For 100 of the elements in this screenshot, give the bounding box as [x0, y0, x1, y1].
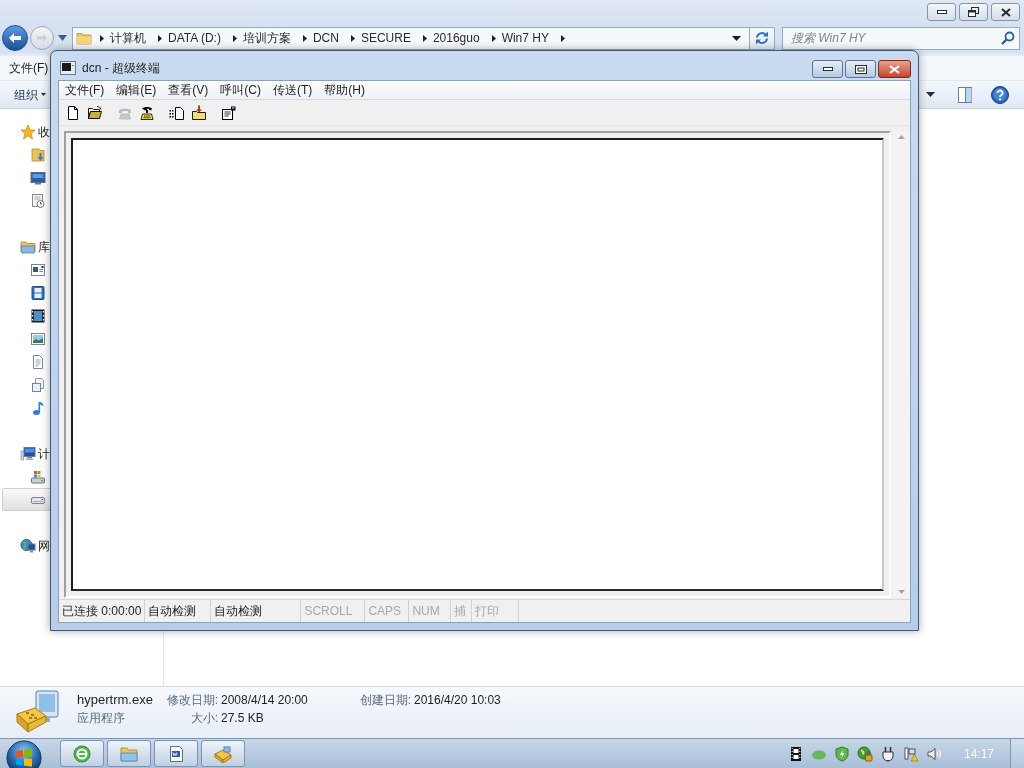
breadcrumb-arrow-icon[interactable]	[158, 34, 162, 42]
document-icon	[30, 353, 46, 370]
breadcrumb-arrow-icon[interactable]	[491, 34, 496, 42]
menu-item[interactable]: 文件(F)	[59, 81, 111, 99]
property-value: 2016/4/20 10:03	[413, 692, 501, 709]
menu-item[interactable]: 帮助(H)	[318, 81, 371, 99]
breadcrumb-arrow-icon[interactable]	[560, 34, 565, 42]
status-bar-item: NUM	[409, 600, 452, 622]
status-bar-item: SCROLL	[301, 600, 366, 622]
property-value: 27.5 KB	[220, 710, 264, 727]
menu-item[interactable]: 查看(V)	[162, 81, 215, 99]
breadcrumb-arrow-icon[interactable]	[302, 34, 307, 42]
computer-icon	[20, 445, 36, 462]
forward-arrow-icon	[36, 33, 48, 43]
back-arrow-icon	[8, 32, 22, 44]
status-bar-item: 打印	[472, 600, 520, 622]
minimize-icon	[822, 67, 833, 71]
search-field[interactable]: 搜索 Win7 HY	[782, 26, 1020, 50]
nav-item[interactable]	[2, 488, 52, 511]
breadcrumb[interactable]: DCN	[308, 28, 343, 48]
minimize-button[interactable]	[927, 3, 956, 21]
caret-icon[interactable]	[732, 35, 741, 41]
taskbar-button[interactable]	[60, 740, 104, 767]
taskbar-button[interactable]	[107, 740, 151, 767]
speaker-icon[interactable]	[926, 745, 942, 762]
menu-item[interactable]: 文件(F)	[6, 58, 49, 78]
nav-group-label[interactable]: 收	[38, 124, 50, 139]
breadcrumb-arrow-icon[interactable]	[232, 34, 237, 42]
search-icon[interactable]	[1001, 30, 1015, 45]
organize-button[interactable]: 组织	[8, 83, 46, 106]
taskbar-button[interactable]	[154, 740, 198, 767]
document-dots-icon[interactable]	[169, 104, 185, 121]
caret-icon	[41, 93, 46, 96]
maximize-icon	[854, 64, 867, 74]
folder-icon	[120, 744, 138, 763]
breadcrumb[interactable]: DATA (D:)	[164, 28, 225, 48]
filmstrip-icon	[30, 284, 46, 301]
pages-icon	[30, 376, 46, 393]
start-button[interactable]	[4, 740, 44, 768]
menu-item[interactable]: 编辑(E)	[110, 81, 163, 99]
file-name: hypertrm.exe	[77, 691, 154, 710]
film-icon[interactable]	[788, 745, 804, 762]
new-document-icon[interactable]	[65, 104, 81, 121]
nav-group-label[interactable]: 计	[38, 446, 50, 461]
close-button[interactable]	[991, 3, 1020, 21]
address-bar[interactable]: 计算机 DATA (D:) 培训方案 DCN SECURE 2016guo Win7 HY	[72, 26, 750, 50]
restore-button[interactable]	[959, 3, 988, 21]
property-label: 创建日期:	[358, 692, 411, 709]
close-button[interactable]	[878, 60, 911, 78]
restore-icon	[968, 7, 979, 17]
file-type: 应用程序	[77, 710, 126, 727]
preview-pane-icon[interactable]	[958, 86, 972, 103]
properties-icon[interactable]	[221, 104, 237, 121]
network-icon	[20, 537, 36, 554]
minimize-icon	[936, 10, 947, 14]
help-icon[interactable]	[991, 85, 1009, 104]
refresh-button[interactable]	[750, 26, 775, 50]
status-bar-item: 自动检测	[211, 600, 302, 622]
open-folder-icon[interactable]	[87, 104, 103, 121]
breadcrumb[interactable]: 2016guo	[428, 28, 484, 48]
folder-icon	[76, 30, 92, 46]
breadcrumb[interactable]: 计算机	[106, 28, 150, 48]
breadcrumb[interactable]: Win7 HY	[497, 28, 553, 48]
folder-arrow-icon[interactable]	[191, 104, 207, 121]
breadcrumb-arrow-icon[interactable]	[422, 34, 427, 42]
breadcrumb[interactable]: 培训方案	[238, 28, 295, 48]
shield-icon[interactable]	[834, 745, 850, 762]
phone-handset-icon[interactable]	[139, 104, 155, 121]
property-value: 2008/4/14 20:00	[220, 692, 309, 709]
menu-item[interactable]: 呼叫(C)	[214, 81, 267, 99]
breadcrumb[interactable]: SECURE	[356, 28, 415, 48]
status-bar-item: 自动检测	[145, 600, 212, 622]
refresh-icon	[755, 31, 769, 45]
taskbar-button[interactable]	[201, 740, 245, 767]
status-bar-item: CAPS	[365, 600, 410, 622]
caret-icon[interactable]	[926, 92, 935, 97]
maximize-button[interactable]	[845, 60, 876, 78]
film-icon	[30, 307, 46, 324]
menu-item[interactable]: 传送(T)	[267, 81, 319, 99]
breadcrumb-arrow-icon[interactable]	[100, 34, 104, 42]
plug-icon[interactable]	[880, 745, 896, 762]
library-folder-icon	[20, 238, 36, 255]
picture-icon	[30, 330, 46, 347]
property-label: 大小:	[189, 710, 218, 727]
star-icon	[20, 123, 36, 140]
nav-group-label[interactable]: 网	[38, 538, 50, 553]
globe-lock-icon[interactable]	[857, 745, 873, 762]
document-clock-icon	[30, 192, 46, 209]
status-bar-item: 已连接 0:00:00	[59, 600, 146, 622]
breadcrumb-arrow-icon[interactable]	[350, 34, 355, 42]
nav-group-label[interactable]: 库	[38, 239, 50, 254]
phone-icon	[214, 744, 232, 763]
network-warning-icon[interactable]	[903, 745, 919, 762]
music-note-icon	[30, 399, 46, 416]
minimize-button[interactable]	[812, 60, 843, 78]
scroll-up-icon	[898, 135, 905, 139]
property-label: 修改日期:	[165, 692, 218, 709]
back-button[interactable]	[2, 25, 28, 51]
window-icon	[30, 261, 46, 278]
close-icon	[1000, 7, 1011, 17]
